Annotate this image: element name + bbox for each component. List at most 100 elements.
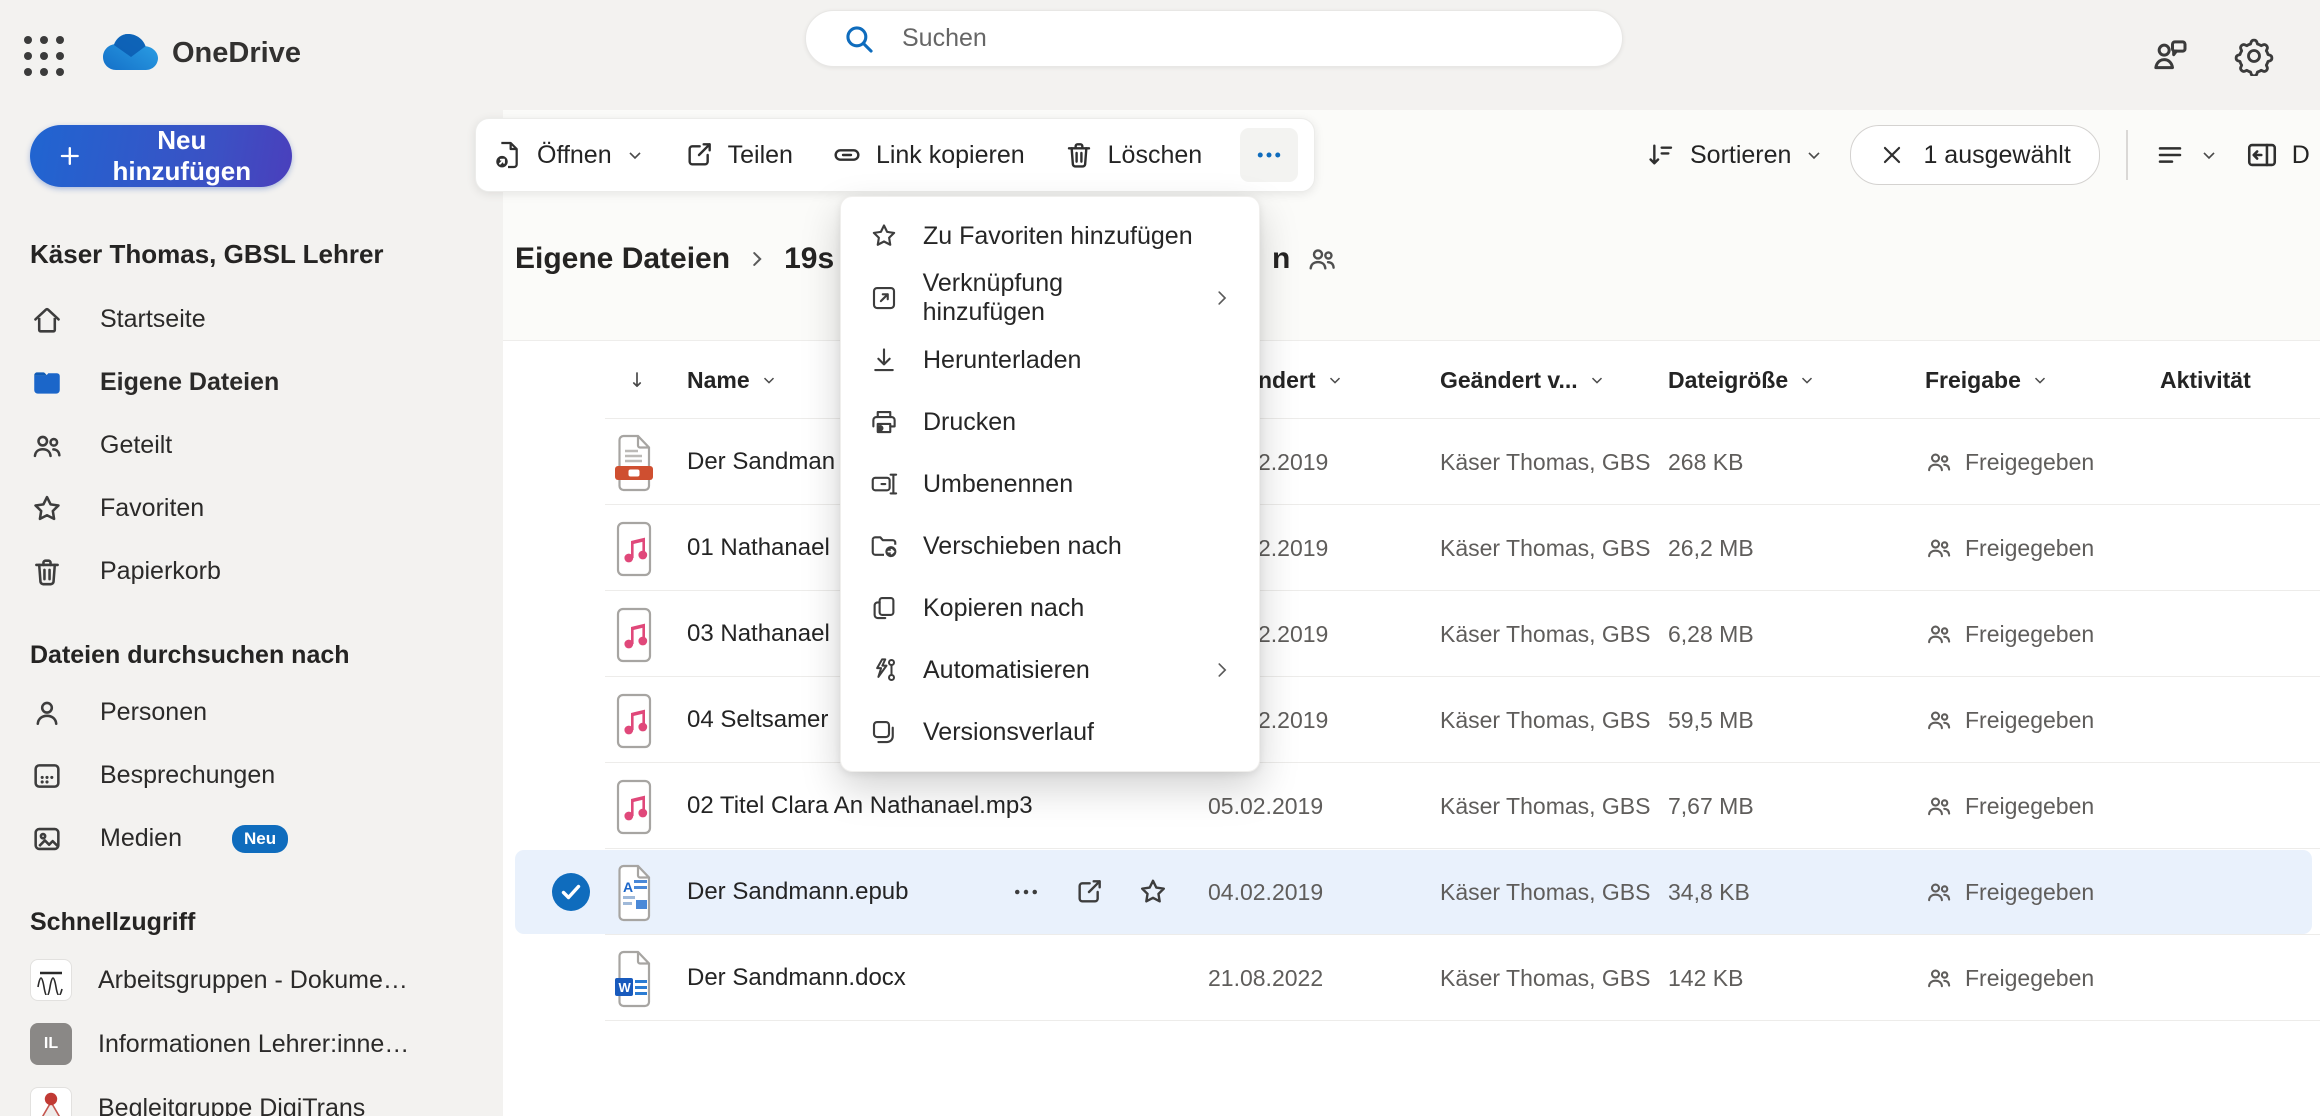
sort-icon	[1645, 139, 1677, 171]
menu-item-versionsverlauf[interactable]: Versionsverlauf	[841, 701, 1259, 763]
search-input[interactable]	[900, 23, 1504, 54]
open-in-new-icon	[867, 283, 901, 313]
close-icon	[1879, 142, 1905, 168]
quick-access-header: Schnellzugriff	[30, 896, 503, 948]
column-header-name[interactable]: Name	[687, 341, 778, 419]
star-icon	[867, 221, 901, 251]
breadcrumb-folder-start[interactable]: 19s	[784, 242, 834, 276]
copy-icon	[867, 593, 901, 623]
column-header-modified-by[interactable]: Geändert v...	[1440, 341, 1606, 419]
site-logo-informationen: IL	[30, 1023, 72, 1065]
table-row[interactable]: 02 Titel Clara An Nathanael.mp3 05.02.20…	[503, 763, 2320, 849]
menu-item-drucken[interactable]: Drucken	[841, 391, 1259, 453]
list-view-icon	[2154, 139, 2186, 171]
quick-access-informationen[interactable]: IL Informationen Lehrer:inne…	[30, 1012, 503, 1076]
more-commands-button[interactable]	[1240, 128, 1298, 182]
table-row[interactable]: 01 Nathanael 2.2019 Käser Thomas, GBS 26…	[503, 505, 2320, 591]
table-row[interactable]: Der Sandman 2.2019 Käser Thomas, GBS 268…	[503, 419, 2320, 505]
menu-item-verschieben[interactable]: Verschieben nach	[841, 515, 1259, 577]
sidebar-item-startseite[interactable]: Startseite	[30, 288, 503, 351]
browse-section-header: Dateien durchsuchen nach	[30, 629, 503, 681]
printer-icon	[867, 407, 901, 437]
menu-item-kopieren[interactable]: Kopieren nach	[841, 577, 1259, 639]
table-row[interactable]: W Der Sandmann.docx 21.08.2022 Käser Tho…	[503, 935, 2320, 1021]
people-icon	[1925, 706, 1953, 734]
column-header-sharing[interactable]: Freigabe	[1925, 341, 2049, 419]
people-icon	[1306, 243, 1338, 275]
sort-direction-icon[interactable]	[625, 341, 649, 419]
menu-item-herunterladen[interactable]: Herunterladen	[841, 329, 1259, 391]
column-header-activity[interactable]: Aktivität	[2160, 341, 2251, 419]
delete-button[interactable]: Löschen	[1063, 139, 1203, 171]
app-launcher-icon[interactable]	[20, 32, 68, 80]
divider	[2126, 130, 2128, 180]
people-icon	[1925, 620, 1953, 648]
share-icon	[683, 139, 715, 171]
share-button[interactable]: Teilen	[683, 139, 793, 171]
star-icon	[30, 492, 64, 526]
chevron-down-icon	[1798, 371, 1816, 389]
settings-gear-icon[interactable]	[2234, 36, 2274, 76]
feedback-icon[interactable]	[2150, 36, 2190, 76]
table-row[interactable]: 04 Seltsamer 2.2019 Käser Thomas, GBS 59…	[503, 677, 2320, 763]
quick-access-arbeitsgruppen[interactable]: Arbeitsgruppen - Dokume…	[30, 948, 503, 1012]
star-icon[interactable]	[1137, 876, 1169, 908]
open-button[interactable]: Öffnen	[492, 139, 645, 171]
sidebar-item-besprechungen[interactable]: Besprechungen	[30, 744, 503, 807]
more-ellipsis-icon	[1254, 140, 1284, 170]
search-icon	[842, 22, 876, 56]
sidebar-item-medien[interactable]: Medien Neu	[30, 807, 503, 870]
chevron-down-icon	[1326, 371, 1344, 389]
chevron-right-icon	[1211, 287, 1233, 309]
table-row-selected[interactable]: A Der Sandmann.epub 04.0	[503, 849, 2320, 935]
account-name: Käser Thomas, GBSL Lehrer	[30, 239, 503, 270]
add-new-button[interactable]: Neu hinzufügen	[30, 125, 292, 187]
person-icon	[30, 696, 64, 730]
download-icon	[867, 345, 901, 375]
sidebar-item-eigene-dateien[interactable]: Eigene Dateien	[30, 351, 503, 414]
selected-check-icon[interactable]	[551, 872, 591, 912]
sidebar: Neu hinzufügen Käser Thomas, GBSL Lehrer…	[0, 110, 503, 1116]
command-bar: Öffnen Teilen Link kopieren Löschen	[475, 118, 1315, 192]
table-row[interactable]: 03 Nathanael 2.2019 Käser Thomas, GBS 6,…	[503, 591, 2320, 677]
trash-icon	[1063, 139, 1095, 171]
more-ellipsis-icon[interactable]	[1011, 877, 1041, 907]
column-header-size[interactable]: Dateigröße	[1668, 341, 1816, 419]
people-icon	[1925, 964, 1953, 992]
breadcrumb-root[interactable]: Eigene Dateien	[515, 242, 730, 276]
automate-icon	[867, 655, 901, 685]
rename-icon	[867, 469, 901, 499]
video-file-icon	[611, 434, 657, 492]
column-header-modified[interactable]: ndert	[1258, 341, 1344, 419]
chevron-down-icon	[2031, 371, 2049, 389]
menu-item-automatisieren[interactable]: Automatisieren	[841, 639, 1259, 701]
folder-icon	[30, 366, 64, 400]
svg-text:A: A	[623, 879, 633, 895]
site-logo-begleitgruppe	[30, 1087, 72, 1116]
onedrive-cloud-icon[interactable]	[102, 32, 166, 74]
context-menu: Zu Favoriten hinzufügen Verknüpfung hinz…	[840, 196, 1260, 772]
menu-item-favoriten[interactable]: Zu Favoriten hinzufügen	[841, 205, 1259, 267]
word-file-icon: W	[611, 950, 657, 1008]
share-icon[interactable]	[1073, 876, 1105, 908]
sidebar-item-favoriten[interactable]: Favoriten	[30, 477, 503, 540]
sort-button[interactable]: Sortieren	[1645, 139, 1824, 171]
chevron-right-icon	[746, 248, 768, 270]
breadcrumb: Eigene Dateien 19s	[515, 242, 834, 276]
folder-move-icon	[867, 531, 901, 561]
selection-count-button[interactable]: 1 ausgewählt	[1850, 125, 2099, 185]
quick-access-begleitgruppe[interactable]: Begleitgruppe DigiTrans	[30, 1076, 503, 1116]
sidebar-item-personen[interactable]: Personen	[30, 681, 503, 744]
epub-file-icon: A	[611, 864, 657, 922]
view-options-button[interactable]	[2154, 139, 2219, 171]
copy-link-button[interactable]: Link kopieren	[831, 139, 1025, 171]
search-bar[interactable]	[805, 10, 1623, 67]
sidebar-item-geteilt[interactable]: Geteilt	[30, 414, 503, 477]
sidebar-item-papierkorb[interactable]: Papierkorb	[30, 540, 503, 603]
menu-item-umbenennen[interactable]: Umbenennen	[841, 453, 1259, 515]
menu-item-verknuepfung[interactable]: Verknüpfung hinzufügen	[841, 267, 1259, 329]
people-icon	[1925, 448, 1953, 476]
details-pane-button[interactable]: D	[2245, 138, 2310, 172]
people-icon	[1925, 534, 1953, 562]
chevron-down-icon	[760, 371, 778, 389]
